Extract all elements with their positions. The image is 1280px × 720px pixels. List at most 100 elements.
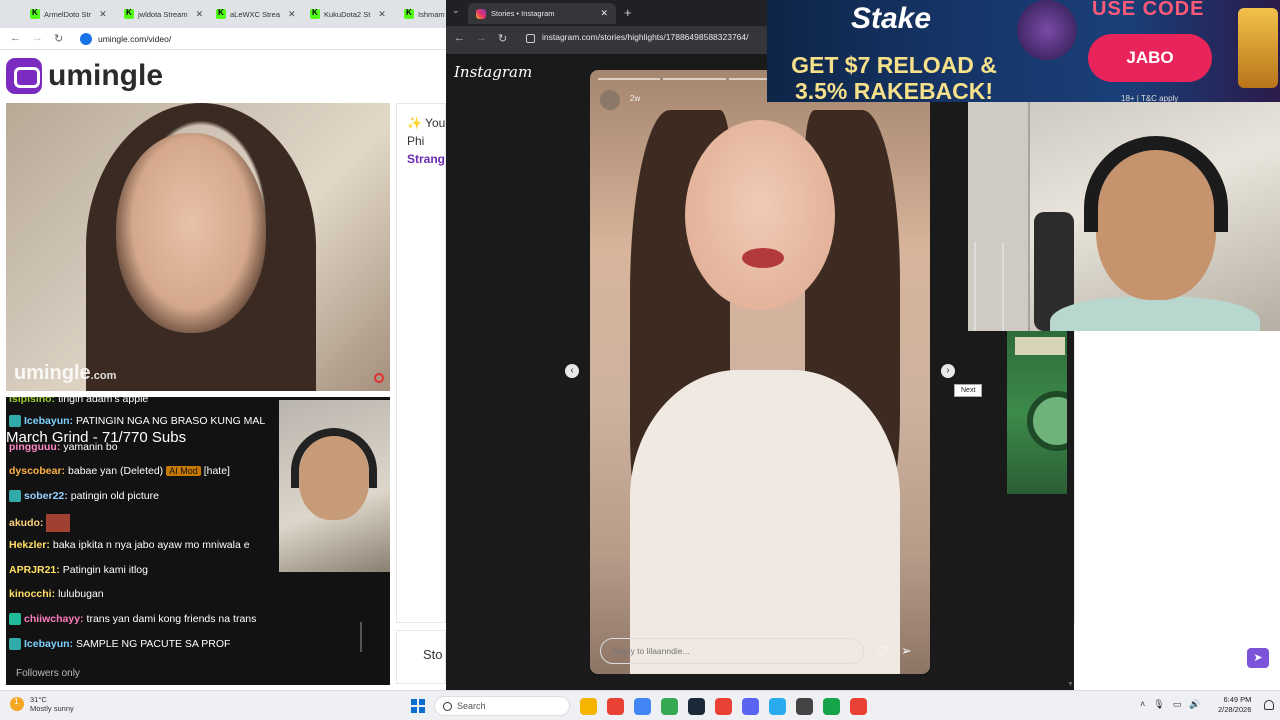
next-tooltip: Next: [954, 384, 983, 397]
discord-icon[interactable]: [742, 698, 759, 715]
stop-button[interactable]: Sto: [396, 630, 446, 684]
send-message-button[interactable]: ➤: [1247, 648, 1269, 668]
ad-promo-text: GET $7 RELOAD & 3.5% RAKEBACK!: [791, 52, 997, 102]
send-icon[interactable]: ➢: [901, 644, 915, 658]
kick-icon: [216, 8, 226, 19]
close-icon[interactable]: ✕: [288, 9, 296, 20]
story-avatar[interactable]: [600, 90, 620, 110]
report-icon[interactable]: [374, 373, 384, 383]
app-icon[interactable]: [796, 698, 813, 715]
site-settings-icon[interactable]: [526, 34, 535, 43]
kick-icon: [310, 8, 320, 19]
app-icon[interactable]: [850, 698, 867, 715]
chrome-icon[interactable]: [634, 698, 651, 715]
stranger-video: umingle.com: [6, 103, 390, 391]
strip-sign: [1015, 337, 1065, 355]
forward-icon[interactable]: →: [476, 32, 487, 44]
close-icon[interactable]: ✕: [196, 9, 204, 20]
app-icon[interactable]: [823, 698, 840, 715]
kick-icon: [404, 8, 414, 19]
file-explorer-icon[interactable]: [580, 698, 597, 715]
chat-message: Icebayun: SAMPLE NG PACUTE SA PROF: [9, 638, 230, 650]
ad-code-button[interactable]: JABO: [1088, 34, 1212, 82]
back-icon[interactable]: ←: [454, 32, 465, 44]
close-icon[interactable]: ✕: [378, 9, 386, 20]
chevron-up-icon[interactable]: ˄: [1140, 699, 1145, 710]
notification-icon[interactable]: [1264, 700, 1274, 710]
left-tab-strip: ArmelDoto Str✕ jwldota Stream✕ aLeWXC St…: [0, 0, 446, 28]
reload-icon[interactable]: ↻: [498, 32, 507, 45]
sub-badge-icon: [9, 490, 21, 502]
umingle-watermark: umingle.com: [14, 362, 117, 384]
headset-icon: [1084, 136, 1228, 232]
streamer-shirt: [1050, 297, 1260, 331]
stake-ad-banner[interactable]: Stake GET $7 RELOAD & 3.5% RAKEBACK! USE…: [767, 0, 1280, 102]
chat-message: sober22: patingin old picture: [9, 490, 159, 502]
chat-message: dyscobear: babae yan (Deleted) AI Mod [hate…: [9, 465, 230, 477]
steam-icon[interactable]: [688, 698, 705, 715]
telegram-icon[interactable]: [769, 698, 786, 715]
story-face: [685, 120, 835, 310]
volume-icon[interactable]: 🔊: [1189, 699, 1200, 710]
ad-use-code: USE CODE: [1092, 0, 1205, 20]
network-icon[interactable]: ▭: [1173, 699, 1182, 710]
info-panel: ✨ You Phi Strang: [396, 103, 446, 623]
site-info-icon[interactable]: [80, 33, 92, 45]
close-icon[interactable]: ✕: [99, 9, 107, 20]
next-story-button[interactable]: ›: [941, 364, 955, 378]
info-line-2: Phi: [407, 134, 425, 148]
reload-icon[interactable]: ↻: [54, 32, 63, 45]
back-icon[interactable]: ←: [10, 32, 21, 44]
previous-story-button[interactable]: ‹: [565, 364, 579, 378]
microphone-icon[interactable]: 🎙: [1153, 699, 1164, 710]
instagram-logo[interactable]: Instagram: [454, 63, 532, 81]
taskbar-search[interactable]: Search: [434, 696, 570, 716]
new-tab-icon[interactable]: +: [624, 5, 632, 20]
windows-start-icon[interactable]: [411, 699, 425, 713]
tab-kukudota2[interactable]: KukuDota2 St✕: [310, 4, 396, 24]
tab-ishmam[interactable]: Ishmam: [404, 4, 446, 24]
umingle-logo[interactable]: umingle: [6, 56, 163, 96]
tab-search-icon[interactable]: ⌄: [452, 5, 460, 16]
chat-message: Icebayun: PATINGIN NGA NG BRASO KUNG MAL: [9, 415, 265, 427]
taskbar-clock[interactable]: 6:49 PM 2/28/2026: [1218, 695, 1251, 715]
kick-icon: [124, 8, 134, 19]
tab-instagram-stories[interactable]: Stories • Instagram ✕: [468, 3, 616, 24]
emote-icon: [46, 514, 71, 532]
ai-mod-badge: AI Mod: [166, 466, 201, 476]
sun-icon: [10, 697, 24, 711]
umingle-chat-panel: [1074, 331, 1280, 623]
side-video-strip: [1007, 331, 1067, 494]
story-media[interactable]: 2w: [590, 70, 930, 674]
taskbar-apps: [580, 698, 867, 715]
instagram-icon: [476, 8, 486, 19]
headset-icon: [291, 428, 377, 488]
tab-armeldoto[interactable]: ArmelDoto Str✕: [30, 4, 118, 24]
ad-terms: 18+ | T&C apply: [1121, 94, 1179, 102]
chat-scrollbar[interactable]: [360, 622, 362, 652]
streamer-webcam: [968, 102, 1280, 331]
chrome-icon[interactable]: [715, 698, 732, 715]
story-lips: [742, 248, 784, 268]
close-icon[interactable]: ✕: [600, 8, 608, 19]
chat-message: akudo:: [9, 514, 71, 532]
story-shirt: [630, 370, 900, 674]
stake-logo: Stake: [851, 2, 932, 35]
heart-icon[interactable]: ♡: [876, 644, 890, 658]
ad-decoration: [1017, 0, 1077, 60]
weather-widget[interactable]: 31°CMostly sunny: [10, 695, 74, 713]
app-icon[interactable]: [607, 698, 624, 715]
chat-message: APRJR21: Patingin kami itlog: [9, 564, 148, 576]
left-url-field[interactable]: umingle.com/video/: [80, 32, 171, 46]
reply-input[interactable]: [600, 638, 864, 664]
tab-jwldota[interactable]: jwldota Stream✕: [124, 4, 208, 24]
kick-icon: [30, 8, 40, 19]
forward-icon[interactable]: →: [32, 32, 43, 44]
tab-alewxc[interactable]: aLeWXC Strea✕: [216, 4, 300, 24]
ad-decoration: [1238, 8, 1278, 88]
brand-name: umingle: [48, 59, 164, 92]
ig-url-field[interactable]: instagram.com/stories/highlights/1788649…: [542, 32, 749, 42]
chrome-icon[interactable]: [661, 698, 678, 715]
sub-badge-icon: [9, 638, 21, 650]
scroll-down-icon[interactable]: ▼: [1067, 681, 1074, 688]
